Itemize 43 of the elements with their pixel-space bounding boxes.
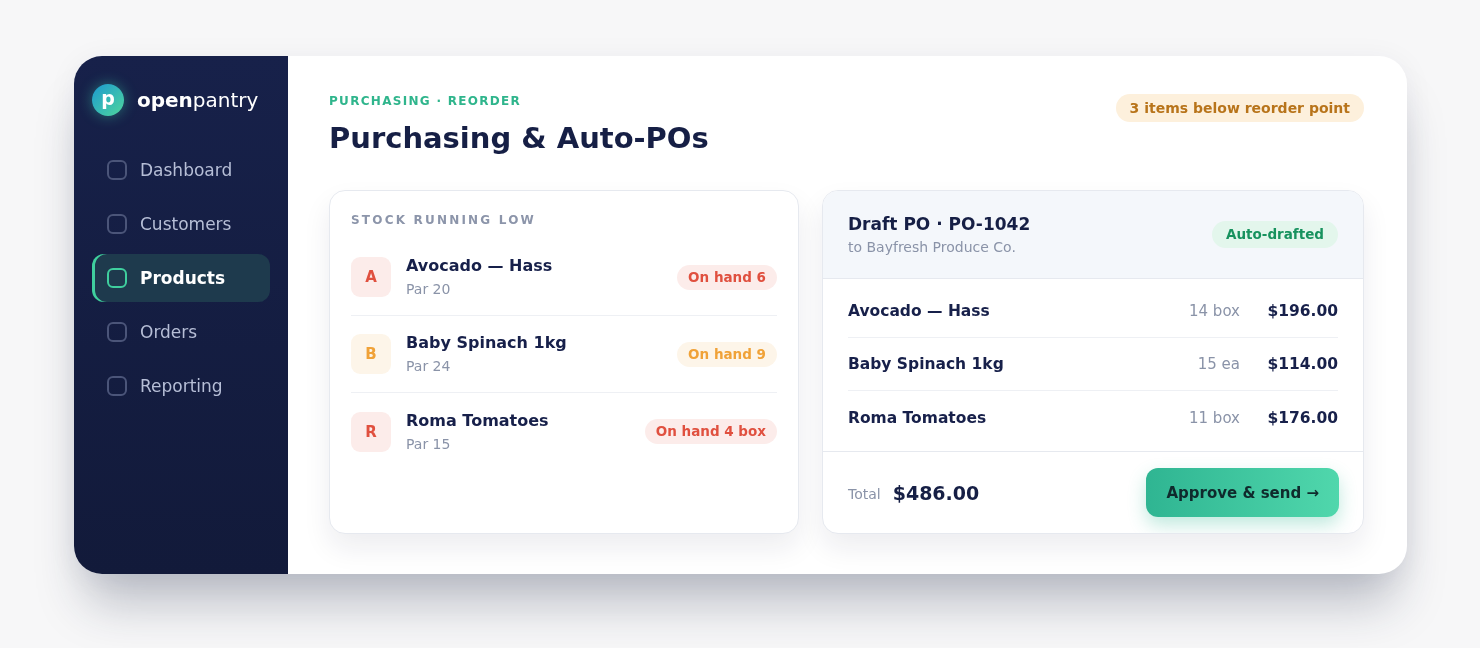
brand-name: openpantry <box>137 88 259 112</box>
par-level: Par 24 <box>406 357 452 376</box>
initial-tile: R <box>351 411 391 452</box>
line-quantity: 11 box <box>1189 408 1240 427</box>
total-amount: $486.00 <box>892 481 980 504</box>
line-quantity: 14 box <box>1189 302 1240 320</box>
approve-button[interactable]: Approve & send → <box>1146 468 1339 517</box>
initial-tile: B <box>351 334 391 374</box>
line-item-name: Baby Spinach 1kg <box>848 355 1005 373</box>
nav-item[interactable]: Products <box>92 254 270 302</box>
square-icon <box>107 160 127 180</box>
product-name: Baby Spinach 1kg <box>406 332 568 354</box>
line-amount: $114.00 <box>1267 355 1338 373</box>
par-level: Par 20 <box>406 280 452 299</box>
nav-item[interactable]: Reporting <box>92 362 270 410</box>
nav-item[interactable]: Dashboard <box>92 146 270 194</box>
on-hand-badge: On hand 6 <box>677 264 777 290</box>
on-hand-badge: On hand 9 <box>677 341 777 367</box>
on-hand-badge: On hand 4 box <box>644 419 777 444</box>
status-badge: Auto-drafted <box>1212 221 1338 248</box>
square-icon <box>107 268 127 288</box>
eyebrow-text: PURCHASING · REORDER <box>329 94 523 108</box>
square-icon <box>107 322 127 342</box>
nav-item[interactable]: Orders <box>92 308 270 356</box>
supplier-name: to Bayfresh Produce Co. <box>848 238 1017 257</box>
total-label: Total <box>848 486 881 502</box>
square-icon <box>107 376 127 396</box>
alert-badge: 3 items below reorder point <box>1115 94 1364 122</box>
section-title: STOCK RUNNING LOW <box>351 212 537 228</box>
par-level: Par 15 <box>406 434 452 454</box>
line-amount: $176.00 <box>1267 408 1338 427</box>
product-name: Roma Tomatoes <box>406 409 550 432</box>
line-quantity: 15 ea <box>1197 355 1240 373</box>
page-title: Purchasing & Auto-POs <box>329 120 709 156</box>
initial-tile: A <box>351 257 391 297</box>
square-icon <box>107 214 127 234</box>
logo-mark: p <box>92 84 124 116</box>
nav-item[interactable]: Customers <box>92 200 270 248</box>
po-title: Draft PO · PO-1042 <box>848 213 1031 236</box>
line-item-name: Roma Tomatoes <box>848 408 988 427</box>
line-item-name: Avocado — Hass <box>848 302 991 320</box>
line-amount: $196.00 <box>1267 302 1338 320</box>
product-name: Avocado — Hass <box>406 255 554 277</box>
